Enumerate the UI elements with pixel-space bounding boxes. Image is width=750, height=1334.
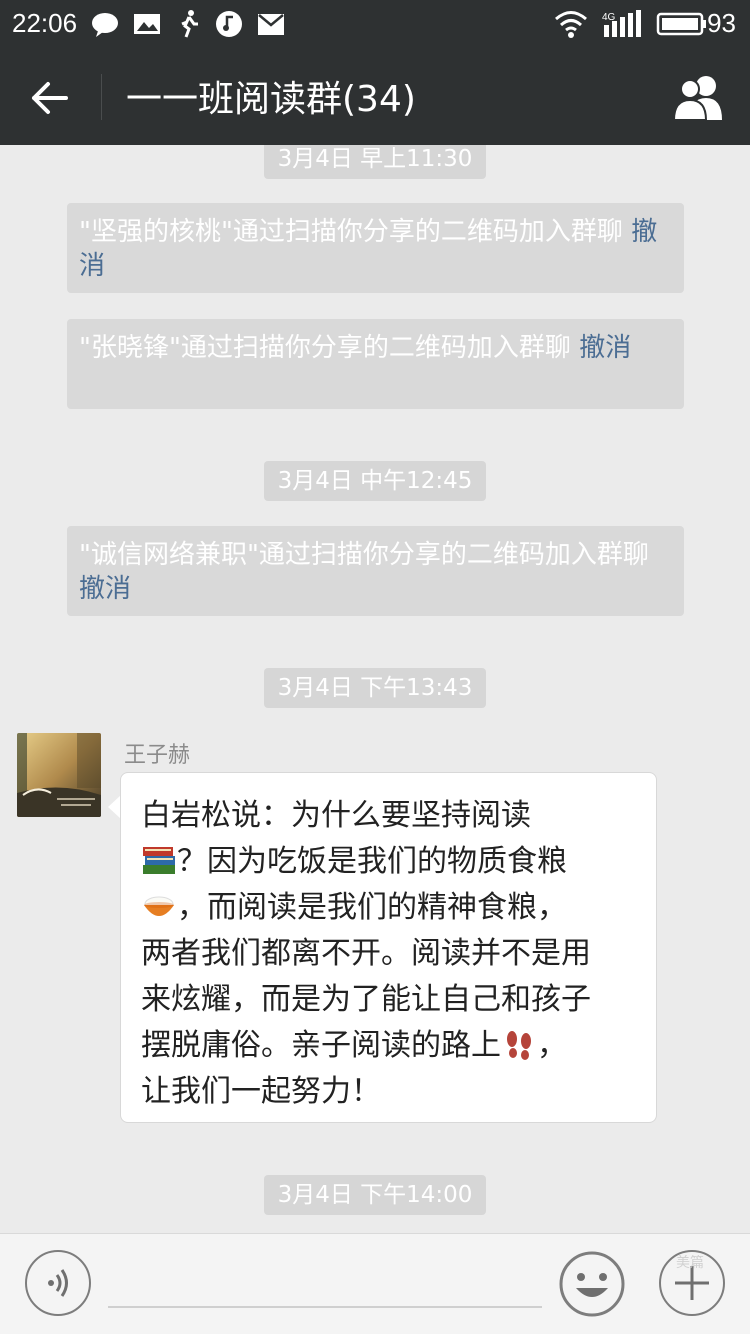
- voice-button[interactable]: [25, 1250, 91, 1316]
- message-line: 来炫耀，而是为了能让自己和孩子: [141, 982, 591, 1017]
- mail-icon: [258, 14, 284, 35]
- image-notification-icon: [134, 14, 160, 34]
- chat-header: 一一班阅读群(34): [0, 48, 750, 145]
- status-bar: 22:06 4G 93: [0, 0, 750, 48]
- system-message: "张晓锋"通过扫描你分享的二维码加入群聊 撤消: [67, 319, 684, 409]
- watermark: 美篇: [676, 1255, 704, 1271]
- message-line: ？因为吃饭是我们的物质食粮: [177, 844, 567, 879]
- battery-level: 93: [707, 8, 736, 38]
- music-icon: [216, 11, 242, 37]
- chat-bubble[interactable]: 白岩松说：为什么要坚持阅读 ？因为吃饭是我们的物质食粮 ，而阅读是我们的精神食粮…: [120, 772, 657, 1123]
- time-divider: 3月4日 中午12:45: [264, 461, 486, 501]
- group-members-icon[interactable]: [670, 72, 730, 122]
- walking-icon: [181, 10, 198, 38]
- footprints-emoji: [507, 1031, 531, 1060]
- wifi-icon: [555, 11, 587, 38]
- rice-bowl-emoji: [144, 896, 174, 916]
- undo-link[interactable]: 撤消: [79, 574, 131, 604]
- input-bar: [0, 1233, 750, 1334]
- undo-link[interactable]: 撤消: [579, 333, 631, 363]
- voice-icon: [48, 1269, 68, 1297]
- system-message-text: "诚信网络兼职"通过扫描你分享的二维码加入群聊: [79, 540, 649, 570]
- time-divider: 3月4日 下午13:43: [264, 668, 486, 708]
- status-time: 22:06: [12, 8, 78, 38]
- chat-notification-icon: [92, 13, 118, 37]
- time-divider: 3月4日 早上11:30: [264, 145, 486, 179]
- system-message: "诚信网络兼职"通过扫描你分享的二维码加入群聊 撤消: [67, 526, 684, 616]
- sender-name: 王子赫: [124, 743, 191, 768]
- avatar-image: [17, 733, 101, 817]
- battery-icon: [656, 12, 706, 36]
- signal-icon: 4G: [602, 10, 641, 37]
- system-message: "坚强的核桃"通过扫描你分享的二维码加入群聊 撤消: [67, 203, 684, 293]
- system-message-text: "张晓锋"通过扫描你分享的二维码加入群聊: [79, 333, 571, 363]
- system-message-text: "坚强的核桃"通过扫描你分享的二维码加入群聊: [79, 217, 623, 247]
- message-input[interactable]: [108, 1306, 542, 1308]
- chat-title: 一一班阅读群(34): [126, 79, 416, 120]
- message-line: ，而阅读是我们的精神食粮，: [177, 890, 567, 925]
- back-arrow-icon[interactable]: [28, 76, 72, 120]
- time-divider: 3月4日 下午14:00: [264, 1175, 486, 1215]
- books-emoji: [143, 847, 175, 874]
- message-line: 摆脱庸俗。亲子阅读的路上: [141, 1028, 501, 1063]
- message-line: 让我们一起努力！: [141, 1074, 381, 1109]
- chat-message-text: 白岩松说：为什么要坚持阅读 ？因为吃饭是我们的物质食粮 ，而阅读是我们的精神食粮…: [141, 793, 646, 1115]
- emoji-icon[interactable]: [558, 1250, 626, 1318]
- message-line: 白岩松说：为什么要坚持阅读: [141, 798, 531, 833]
- header-divider: [101, 74, 102, 120]
- chat-message-list[interactable]: 3月4日 早上11:30 "坚强的核桃"通过扫描你分享的二维码加入群聊 撤消 "…: [0, 145, 750, 1233]
- message-line: 两者我们都离不开。阅读并不是用: [141, 936, 591, 971]
- avatar[interactable]: [17, 733, 101, 817]
- message-line: ，: [537, 1028, 567, 1063]
